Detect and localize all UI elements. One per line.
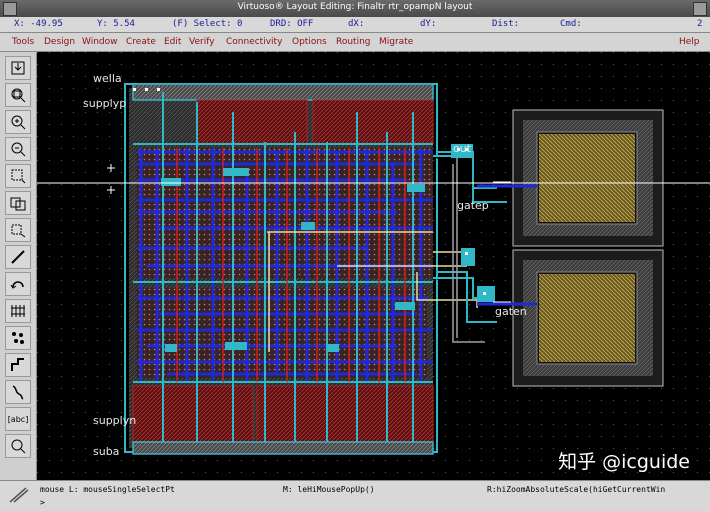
window-number: 2: [697, 19, 703, 29]
label-supplyp: supplyp: [83, 97, 127, 110]
window-title: Virtuoso® Layout Editing: Finaltr rtr_op…: [237, 2, 473, 12]
menu-edit[interactable]: Edit: [164, 37, 181, 47]
menu-verify[interactable]: Verify: [189, 37, 215, 47]
polygon-tool[interactable]: [5, 380, 31, 404]
save-tool[interactable]: [5, 56, 31, 80]
pmos-diffusion-left: [196, 99, 308, 145]
label-wella: wella: [93, 72, 122, 85]
mouse-left-binding: mouse L: mouseSingleSelectPt: [40, 485, 175, 494]
cmd-readout: Cmd:: [560, 19, 582, 29]
menu-options[interactable]: Options: [292, 37, 327, 47]
menu-routing[interactable]: Routing: [336, 37, 371, 47]
menu-design[interactable]: Design: [44, 37, 75, 47]
y-coordinate: Y: 5.54: [97, 19, 135, 29]
menu-create[interactable]: Create: [126, 37, 156, 47]
watermark-text: 知乎 @icguide: [558, 451, 690, 473]
nmos-diffusion-left: [132, 385, 254, 443]
path-tool[interactable]: [5, 353, 31, 377]
wire-icon: [11, 250, 25, 264]
fit-view-tool[interactable]: [5, 83, 31, 107]
save-icon: [11, 61, 25, 75]
pad-metal-bottom: [539, 274, 635, 362]
menu-migrate[interactable]: Migrate: [379, 37, 413, 47]
layout-canvas[interactable]: wella supplyp supplyn suba out gatep gat…: [37, 52, 710, 480]
menu-tools[interactable]: Tools: [12, 37, 34, 47]
title-bar: Virtuoso® Layout Editing: Finaltr rtr_op…: [0, 0, 710, 17]
label-supplyn: supplyn: [93, 414, 137, 427]
copy-icon: [10, 197, 26, 211]
supplyp-rail: [132, 83, 434, 101]
stretch-icon: [11, 169, 26, 184]
properties-icon: [11, 439, 26, 454]
label-tool[interactable]: [abc]: [5, 407, 31, 431]
label-gatep: gatep: [457, 199, 489, 212]
select-count: (F) Select: 0: [172, 19, 243, 29]
menu-bar: Tools Design Window Create Edit Verify C…: [0, 33, 710, 52]
ruler-tool[interactable]: [5, 299, 31, 323]
menu-connectivity[interactable]: Connectivity: [226, 37, 282, 47]
path-icon: [11, 358, 24, 371]
zoom-in-tool[interactable]: [5, 110, 31, 134]
polygon-icon: [12, 385, 24, 400]
dx-readout: dX:: [348, 19, 365, 29]
command-prompt[interactable]: >: [40, 498, 45, 507]
stretch-tool[interactable]: [5, 164, 31, 188]
window-maximize-button[interactable]: [693, 2, 707, 16]
fit-view-icon: [11, 88, 26, 103]
menu-help[interactable]: Help: [679, 37, 700, 47]
undo-tool[interactable]: [5, 272, 31, 296]
dist-readout: Dist:: [492, 19, 520, 29]
supplyn-rail: [132, 441, 434, 455]
pmos-diffusion-right: [312, 99, 434, 145]
via-icon: [12, 332, 24, 344]
mouse-right-binding: R:hiZoomAbsoluteScale(hiGetCurrentWin: [487, 485, 666, 494]
pad-metal-top: [539, 134, 635, 222]
ruler-icon: [11, 305, 25, 317]
coordinate-status-bar: X: -49.95 Y: 5.54 (F) Select: 0 DRD: OFF…: [0, 17, 710, 33]
nmos-diffusion-right: [256, 385, 434, 443]
label-gaten: gaten: [495, 305, 527, 318]
wire-tool[interactable]: [5, 245, 31, 269]
label-tool-text: [abc]: [7, 414, 29, 424]
copy-tool[interactable]: [5, 191, 31, 215]
zoom-in-icon: [11, 115, 26, 130]
via-tool[interactable]: [5, 326, 31, 350]
mouse-middle-binding: M: leHiMousePopUp(): [283, 485, 375, 494]
move-icon: [11, 224, 26, 238]
undo-icon: [10, 281, 24, 289]
x-coordinate: X: -49.95: [14, 19, 63, 29]
resize-grip-icon[interactable]: [8, 486, 30, 504]
layout-drawing: [37, 52, 710, 480]
zoom-out-icon: [11, 142, 26, 157]
label-out: out: [453, 142, 472, 155]
mouse-binding-bar: mouse L: mouseSingleSelectPt M: leHiMous…: [0, 480, 710, 511]
zoom-out-tool[interactable]: [5, 137, 31, 161]
drd-status: DRD: OFF: [270, 19, 314, 29]
move-tool[interactable]: [5, 218, 31, 242]
properties-tool[interactable]: [5, 434, 31, 458]
label-suba: suba: [93, 445, 120, 458]
menu-window[interactable]: Window: [82, 37, 118, 47]
dy-readout: dY:: [420, 19, 437, 29]
tool-palette: [abc]: [0, 52, 37, 480]
